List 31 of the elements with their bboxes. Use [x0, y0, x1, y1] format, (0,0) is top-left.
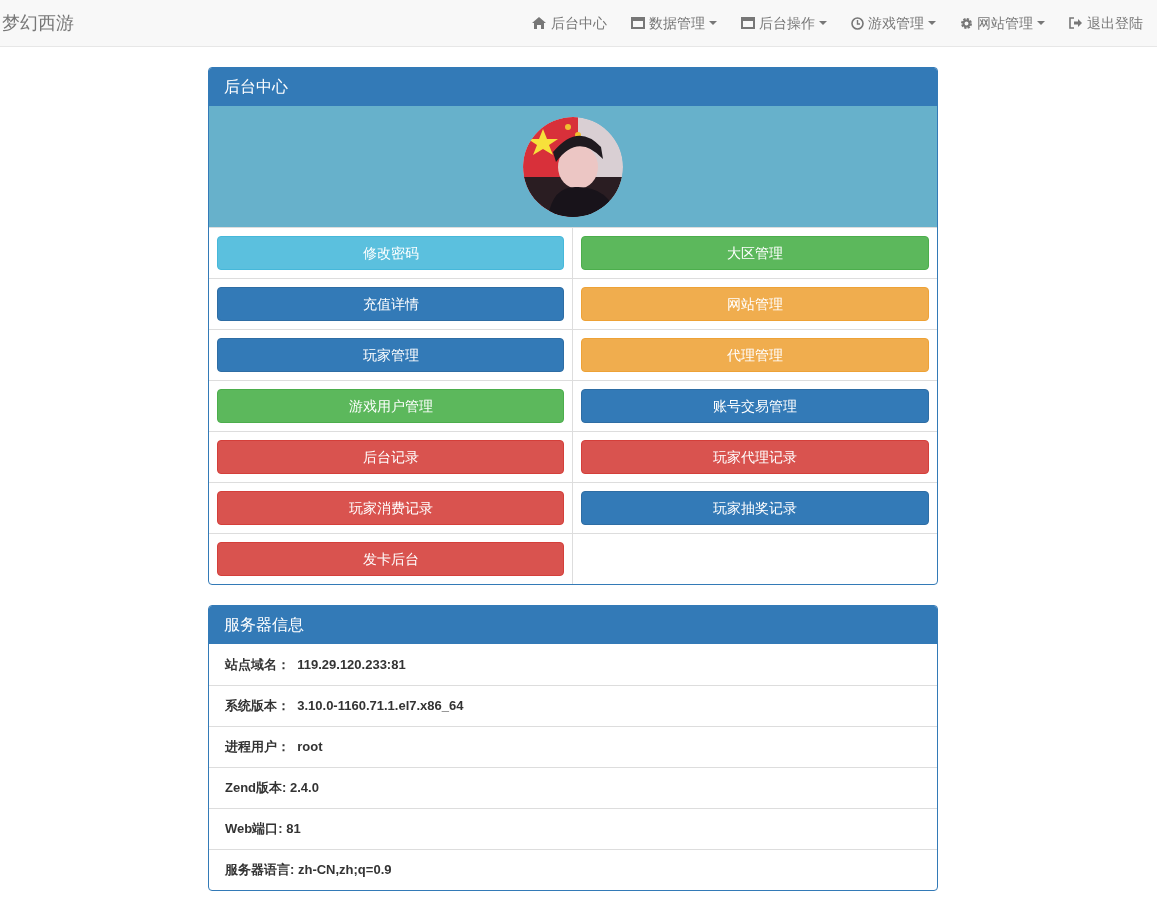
info-text: 系统版本： 3.10.0-1160.71.1.el7.x86_64	[225, 697, 464, 716]
info-text: Web端口: 81	[225, 820, 301, 839]
action-button[interactable]: 玩家管理	[217, 338, 564, 372]
action-button[interactable]: 玩家抽奖记录	[581, 491, 929, 525]
action-button[interactable]: 玩家代理记录	[581, 440, 929, 474]
settings-icon	[960, 16, 973, 30]
brand-link[interactable]: 梦幻西游	[0, 9, 76, 37]
dropdown-menu[interactable]: 后台操作	[729, 0, 839, 46]
action-button[interactable]: 玩家消费记录	[217, 491, 564, 525]
dropdown-menu[interactable]: 数据管理	[619, 0, 729, 46]
info-text: 站点域名： 119.29.120.233:81	[225, 655, 406, 674]
action-button[interactable]: 后台记录	[217, 440, 564, 474]
window-icon	[741, 17, 755, 29]
panel-title: 后台中心	[209, 68, 937, 106]
action-button[interactable]: 账号交易管理	[581, 389, 929, 423]
dropdown-menu[interactable]: 网站管理	[948, 0, 1057, 46]
action-button[interactable]: 充值详情	[217, 287, 564, 321]
logout-icon	[1069, 17, 1083, 29]
action-button[interactable]: 大区管理	[581, 236, 929, 270]
action-button[interactable]: 发卡后台	[217, 542, 564, 576]
info-text: 进程用户： root	[225, 738, 323, 757]
nav-link[interactable]: 退出登陆	[1057, 0, 1155, 46]
info-text: Zend版本: 2.4.0	[225, 779, 319, 798]
dropdown-menu[interactable]: 游戏管理	[839, 0, 948, 46]
clock-icon	[851, 16, 864, 30]
action-button[interactable]: 游戏用户管理	[217, 389, 564, 423]
window-icon	[631, 17, 645, 29]
home-icon	[531, 16, 547, 30]
info-text: 服务器语言: zh-CN,zh;q=0.9	[225, 861, 392, 880]
panel-title: 服务器信息	[209, 606, 937, 644]
nav-link[interactable]: 后台中心	[519, 0, 619, 46]
